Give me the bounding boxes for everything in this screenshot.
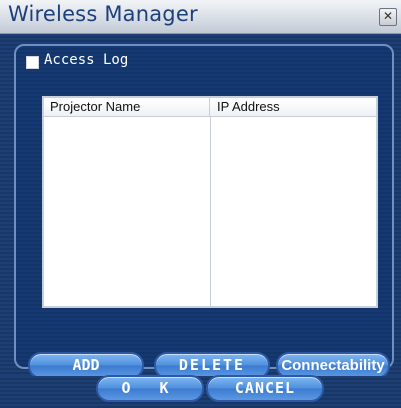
column-header-projector-name[interactable]: Projector Name bbox=[44, 98, 210, 116]
dialog-body: Access Log Projector Name IP Address ADD… bbox=[0, 34, 401, 408]
projector-list[interactable]: Projector Name IP Address bbox=[42, 96, 378, 308]
column-header-ip-address[interactable]: IP Address bbox=[210, 98, 376, 116]
window-title: Wireless Manager bbox=[8, 2, 198, 26]
access-log-checkbox[interactable] bbox=[26, 56, 39, 69]
access-log-label[interactable]: Access Log bbox=[44, 52, 128, 68]
column-divider bbox=[210, 116, 211, 306]
main-panel: Access Log Projector Name IP Address bbox=[14, 44, 394, 369]
wireless-manager-window: Wireless Manager ✕ Access Log Projector … bbox=[0, 0, 401, 408]
ok-button[interactable]: O K bbox=[96, 375, 204, 402]
title-bar[interactable]: Wireless Manager ✕ bbox=[0, 0, 401, 34]
close-icon[interactable]: ✕ bbox=[379, 8, 397, 26]
list-header: Projector Name IP Address bbox=[44, 98, 376, 117]
cancel-button[interactable]: CANCEL bbox=[206, 375, 324, 402]
